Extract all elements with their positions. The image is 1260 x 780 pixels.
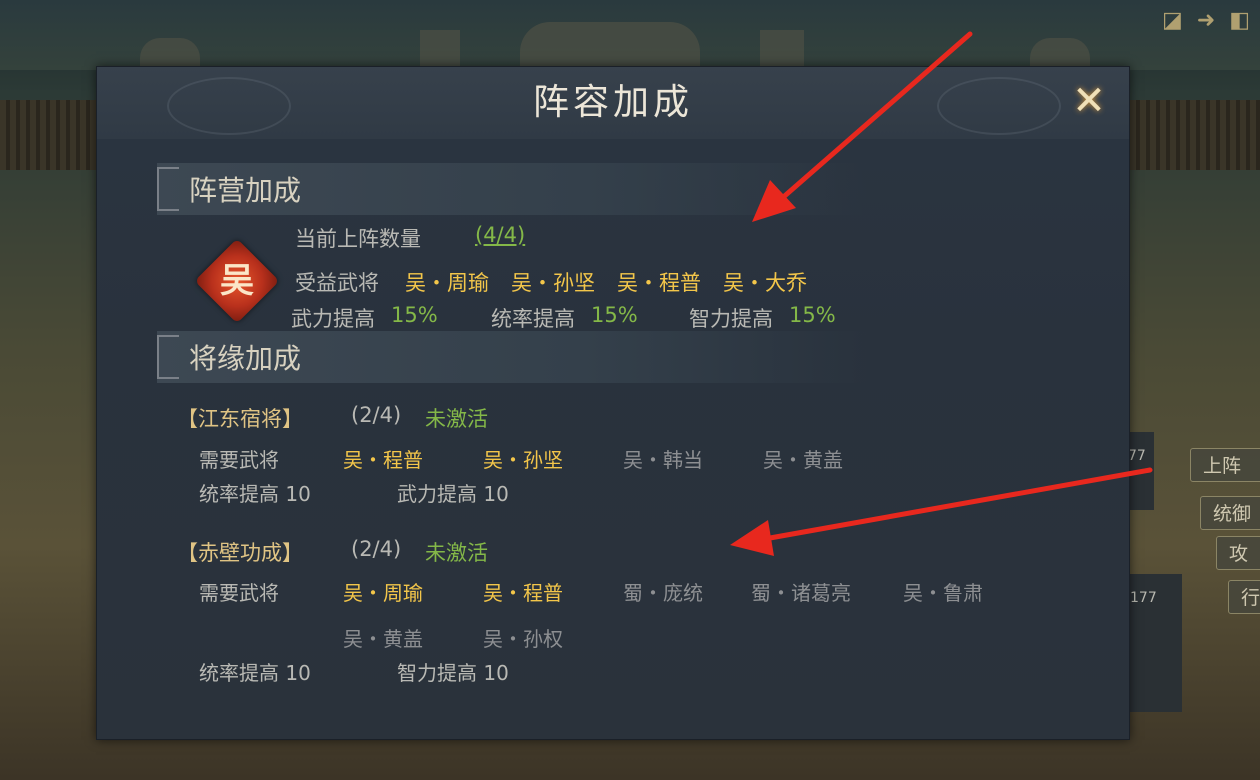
annotation-arrow-camp <box>752 31 973 222</box>
annotation-arrow-bond <box>730 467 1153 556</box>
annotation-arrows <box>730 31 1153 556</box>
